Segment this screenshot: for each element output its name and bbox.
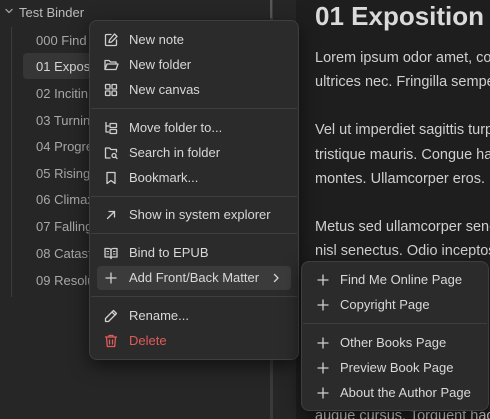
sidebar-scrollbar-thumb[interactable] [270,0,272,18]
menu-item-label: Move folder to... [129,120,223,135]
chevron-down-icon [4,6,14,16]
bookmark-icon [103,170,119,186]
menu-item-new-canvas[interactable]: New canvas [97,78,291,102]
menu-item-bind-to-epub[interactable]: Bind to EPUB [97,241,291,265]
menu-item-add-front-back-matter[interactable]: Add Front/Back Matter [97,266,291,290]
file-item[interactable]: 07 Falling [23,213,93,239]
layout-grid-icon [103,82,119,98]
paragraph-line: Metus sed ullamcorper senectus. [315,219,490,235]
menu-item-label: Bookmark... [129,170,199,185]
menu-item-label: Rename... [129,308,189,323]
paragraph-line: Vel ut imperdiet sagittis turpis hac. [315,122,490,138]
file-item-label: 05 Rising [36,165,91,181]
paragraph-line: ultrices nec. Fringilla semper at congue… [315,74,490,90]
folder-open-icon [103,57,119,73]
submenu-item-other-books[interactable]: Other Books Page [309,331,481,355]
file-item[interactable]: 08 Catast [23,240,93,266]
submenu-item-copyright[interactable]: Copyright Page [309,293,481,317]
chevron-right-icon [271,272,281,284]
menu-item-new-folder[interactable]: New folder [97,53,291,77]
menu-item-label: New canvas [129,82,200,97]
paragraph-line: tristique mauris. Congue habitasse. [315,147,490,163]
menu-separator [91,108,297,109]
file-item[interactable]: 06 Climax [23,186,93,212]
menu-item-label: New folder [129,57,192,72]
plus-icon [315,335,331,351]
submenu-item-label: About the Author Page [340,385,471,400]
paragraph-line: montes. Ullamcorper eros. [315,171,486,187]
submenu-item-find-me-online[interactable]: Find Me Online Page [309,268,481,292]
menu-separator [91,296,297,297]
file-item[interactable]: 000 Find [23,27,93,53]
indent-guide [11,27,12,297]
file-item[interactable]: 05 Rising [23,160,93,186]
submenu-item-label: Preview Book Page [340,360,454,375]
file-item-label: 03 Turnin [36,112,91,128]
plus-icon [315,385,331,401]
arrow-up-right-icon [103,207,119,223]
submenu-item-label: Find Me Online Page [340,272,463,287]
submenu-item-preview-book[interactable]: Preview Book Page [309,356,481,380]
menu-separator [91,233,297,234]
file-item-label: 01 Exposi [36,58,94,74]
menu-item-new-note[interactable]: New note [97,28,291,52]
file-item[interactable]: 02 Incitin [23,80,93,106]
plus-icon [315,297,331,313]
note-title[interactable]: 01 Exposition [315,1,484,32]
menu-item-show-in-explorer[interactable]: Show in system explorer [97,203,291,227]
menu-separator [303,323,487,324]
front-back-matter-submenu: Find Me Online Page Copyright Page Other… [301,261,489,411]
book-open-icon [103,245,119,261]
file-item[interactable]: 04 Progre [23,133,93,159]
file-item-label: 000 Find [36,32,87,48]
file-item[interactable]: 09 Resolu [23,267,93,293]
menu-item-label: Search in folder [129,145,221,160]
plus-icon [315,360,331,376]
paragraph-line: nisl senectus. Odio inceptos. [315,243,490,259]
file-item-label: 08 Catast [36,245,92,261]
pencil-icon [103,308,119,324]
file-item-label: 09 Resolu [36,272,93,288]
submenu-item-about-author[interactable]: About the Author Page [309,381,481,405]
plus-icon [103,270,119,286]
file-item-label: 06 Climax [36,191,93,207]
edit-icon [103,32,119,48]
menu-item-label: Bind to EPUB [129,245,209,260]
plus-icon [315,272,331,288]
menu-item-search-in-folder[interactable]: Search in folder [97,141,291,165]
menu-item-label: New note [129,32,184,47]
folder-search-icon [103,145,119,161]
folder-tree-icon [103,120,119,136]
file-item[interactable]: 03 Turnin [23,107,93,133]
submenu-item-label: Other Books Page [340,335,447,350]
paragraph-line: Lorem ipsum odor amet, consectetuer adip… [315,50,490,66]
trash-icon [103,333,119,349]
menu-item-label: Delete [129,333,167,348]
file-item-label: 02 Incitin [36,85,89,101]
menu-item-label: Show in system explorer [129,207,271,222]
submenu-item-label: Copyright Page [340,297,430,312]
menu-item-rename[interactable]: Rename... [97,304,291,328]
file-item-label: 04 Progre [36,138,93,154]
menu-item-delete[interactable]: Delete [97,329,291,353]
menu-item-move-folder[interactable]: Move folder to... [97,116,291,140]
menu-item-label: Add Front/Back Matter [129,270,260,285]
menu-item-bookmark[interactable]: Bookmark... [97,166,291,190]
context-menu: New note New folder New canvas Move fold… [89,20,299,360]
binder-folder-label: Test Binder [19,5,85,20]
app-window: Test Binder 000 Find 01 Exposi 02 Inciti… [0,0,490,419]
menu-separator [91,196,297,197]
file-item-label: 07 Falling [36,218,93,234]
